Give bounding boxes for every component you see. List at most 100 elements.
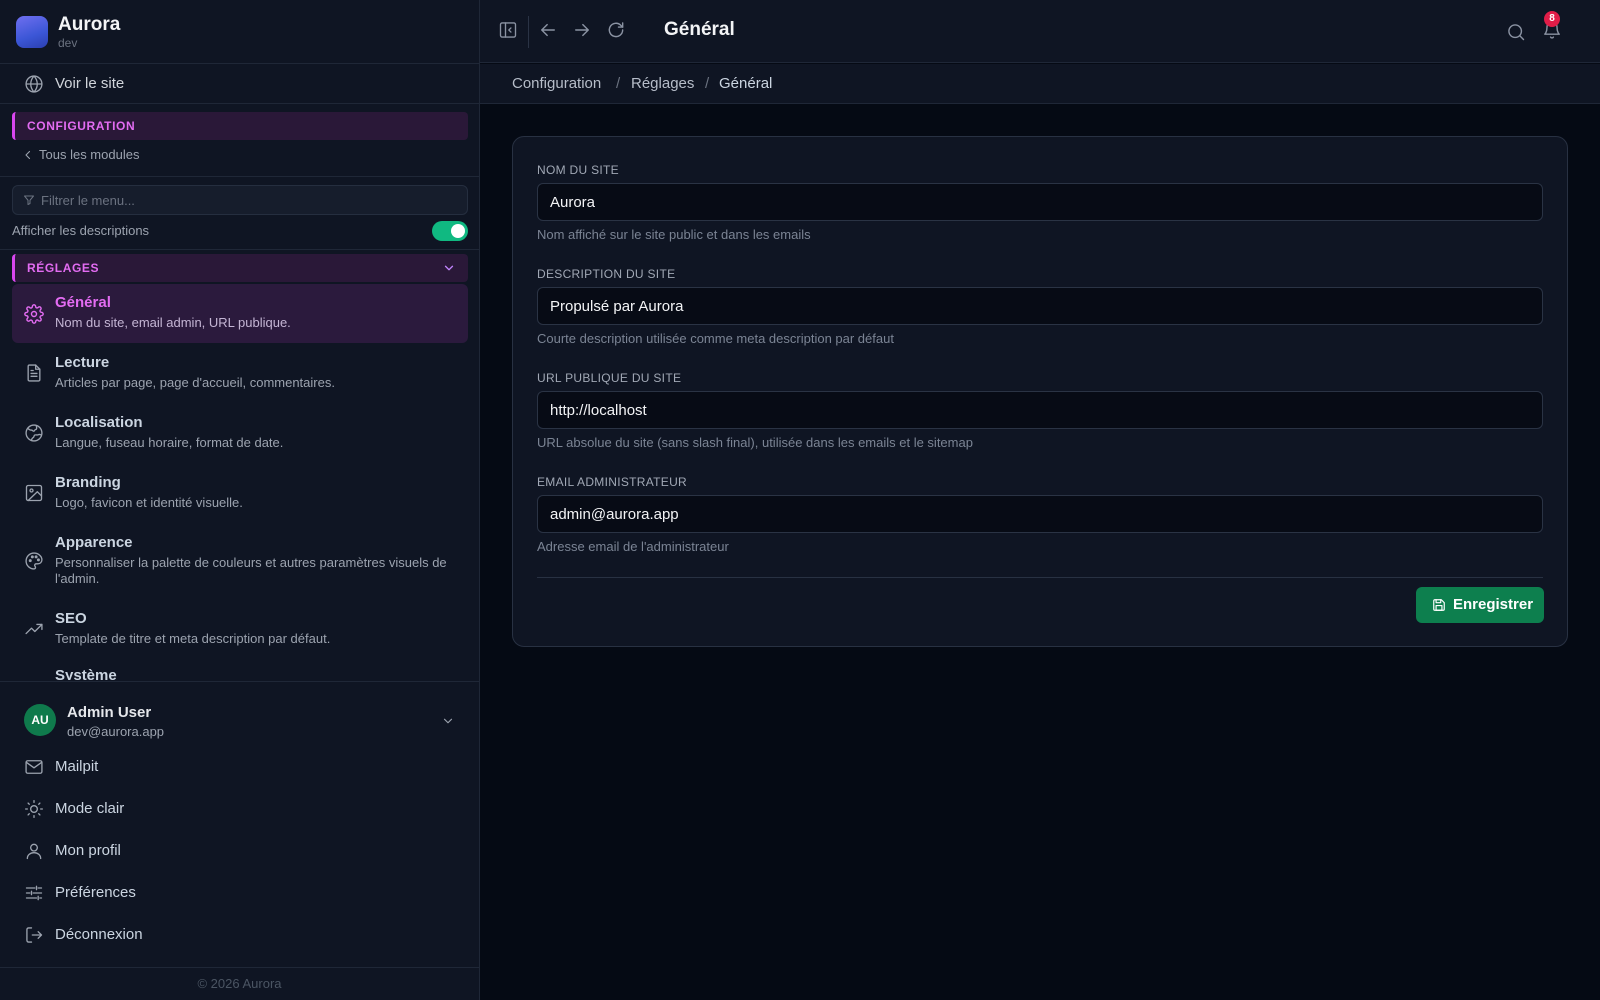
admin-email-label: EMAIL ADMINISTRATEUR [537, 475, 688, 489]
menu-item-title: SEO [55, 610, 87, 627]
logout-icon [24, 925, 44, 945]
mail-icon [24, 757, 44, 777]
site-description-help: Courte description utilisée comme meta d… [537, 331, 894, 346]
all-modules-label: Tous les modules [39, 147, 140, 162]
user-menu: AU Admin User dev@aurora.app [0, 681, 479, 739]
menu-item-desc: Logo, favicon et identité visuelle. [55, 495, 243, 510]
brand-logo [16, 16, 48, 48]
user-name: Admin User [67, 704, 152, 721]
menu-item-title: Localisation [55, 414, 143, 431]
admin-email-input[interactable] [537, 495, 1543, 533]
site-description-input[interactable] [537, 287, 1543, 325]
globe-icon [24, 423, 44, 443]
save-button-label: Enregistrer [1453, 596, 1534, 613]
sidebar: Aurora dev Voir le site CONFIGURATION To… [0, 0, 480, 1000]
breadcrumb-item-reglages[interactable]: Réglages [631, 75, 694, 92]
sidebar-divider [0, 249, 479, 250]
image-icon [24, 483, 44, 503]
profile-label: Mon profil [55, 842, 121, 859]
site-description-label: DESCRIPTION DU SITE [537, 267, 676, 281]
menu-item-apparence[interactable]: Apparence Personnaliser la palette de co… [12, 524, 468, 598]
light-mode-toggle[interactable]: Mode clair [0, 791, 479, 827]
copyright: © 2026 Aurora [0, 967, 479, 1000]
sun-icon [24, 799, 44, 819]
menu-filter[interactable] [12, 185, 468, 215]
logout-button[interactable]: Déconnexion [0, 917, 479, 953]
menu-item-title: Lecture [55, 354, 110, 371]
trending-up-icon [24, 619, 44, 639]
toggle-knob [451, 224, 465, 238]
save-button[interactable]: Enregistrer [1416, 587, 1544, 623]
back-arrow-icon[interactable] [538, 20, 558, 40]
preferences-link[interactable]: Préférences [0, 875, 479, 911]
menu-item-branding[interactable]: Branding Logo, favicon et identité visue… [12, 464, 468, 522]
group-reglages[interactable]: RÉGLAGES [12, 254, 468, 282]
page-title: Général [664, 19, 735, 40]
menu-item-general[interactable]: Général Nom du site, email admin, URL pu… [12, 284, 468, 343]
show-descriptions-toggle[interactable] [432, 221, 468, 241]
section-configuration-label: CONFIGURATION [27, 119, 136, 133]
menu-filter-input[interactable] [41, 190, 451, 210]
search-icon[interactable] [1506, 22, 1526, 42]
toolbar-separator [528, 16, 529, 48]
menu-item-desc: Personnaliser la palette de couleurs et … [55, 555, 447, 586]
menu-item-title: Général [55, 294, 111, 311]
logout-label: Déconnexion [55, 926, 143, 943]
show-descriptions-label: Afficher les descriptions [12, 223, 150, 238]
settings-menu: Général Nom du site, email admin, URL pu… [0, 282, 479, 680]
profile-link[interactable]: Mon profil [0, 833, 479, 869]
save-icon [1432, 598, 1446, 612]
breadcrumb-separator: / [705, 75, 710, 92]
admin-email-help: Adresse email de l'administrateur [537, 539, 729, 554]
brand-name: Aurora [58, 14, 121, 35]
menu-item-title: Système [55, 667, 117, 680]
refresh-icon[interactable] [606, 20, 626, 40]
menu-item-desc: Articles par page, page d'accueil, comme… [55, 375, 335, 390]
mailpit-label: Mailpit [55, 758, 99, 775]
menu-item-desc: Langue, fuseau horaire, format de date. [55, 435, 284, 450]
menu-item-title: Apparence [55, 534, 133, 551]
sidebar-divider [0, 176, 479, 177]
site-name-label: NOM DU SITE [537, 163, 619, 177]
menu-item-localisation[interactable]: Localisation Langue, fuseau horaire, for… [12, 404, 468, 462]
breadcrumb-separator: / [616, 75, 621, 92]
light-mode-label: Mode clair [55, 800, 125, 817]
section-configuration: CONFIGURATION [12, 112, 468, 140]
notification-badge: 8 [1544, 11, 1560, 27]
filter-icon [23, 194, 35, 206]
brand-header[interactable]: Aurora dev [0, 0, 479, 64]
breadcrumb-item-configuration[interactable]: Configuration [512, 75, 601, 92]
site-url-help: URL absolue du site (sans slash final), … [537, 435, 973, 450]
sidebar-toggle-icon[interactable] [498, 20, 518, 40]
view-site-label: Voir le site [55, 75, 125, 92]
chevron-left-icon [22, 149, 34, 161]
site-url-input[interactable] [537, 391, 1543, 429]
user-menu-toggle[interactable]: AU Admin User dev@aurora.app [0, 682, 479, 758]
breadcrumb-item-general: Général [719, 75, 773, 92]
forward-arrow-icon[interactable] [572, 20, 592, 40]
site-name-help: Nom affiché sur le site public et dans l… [537, 227, 811, 242]
breadcrumb: Configuration / Réglages / Général [480, 64, 1600, 104]
sliders-icon [24, 883, 44, 903]
menu-item-seo[interactable]: SEO Template de titre et meta descriptio… [12, 600, 468, 658]
user-icon [24, 841, 44, 861]
menu-item-desc: Template de titre et meta description pa… [55, 631, 331, 646]
site-name-input[interactable] [537, 183, 1543, 221]
menu-item-lecture[interactable]: Lecture Articles par page, page d'accuei… [12, 344, 468, 402]
view-site-link[interactable]: Voir le site [0, 64, 479, 104]
globe-icon [24, 74, 44, 94]
brand-env: dev [58, 36, 78, 50]
mailpit-link[interactable]: Mailpit [0, 749, 479, 785]
avatar: AU [24, 704, 56, 736]
chevron-down-icon [442, 261, 456, 275]
user-email: dev@aurora.app [67, 724, 165, 739]
settings-form-card: NOM DU SITE Nom affiché sur le site publ… [512, 136, 1568, 647]
palette-icon [24, 551, 44, 571]
preferences-label: Préférences [55, 884, 136, 901]
menu-item-title: Branding [55, 474, 121, 491]
group-reglages-label: RÉGLAGES [27, 261, 100, 275]
menu-item-desc: Nom du site, email admin, URL publique. [55, 315, 291, 330]
chevron-down-icon [441, 714, 455, 728]
topbar: Général 8 [480, 0, 1600, 63]
menu-item-systeme[interactable]: Système [12, 659, 468, 680]
